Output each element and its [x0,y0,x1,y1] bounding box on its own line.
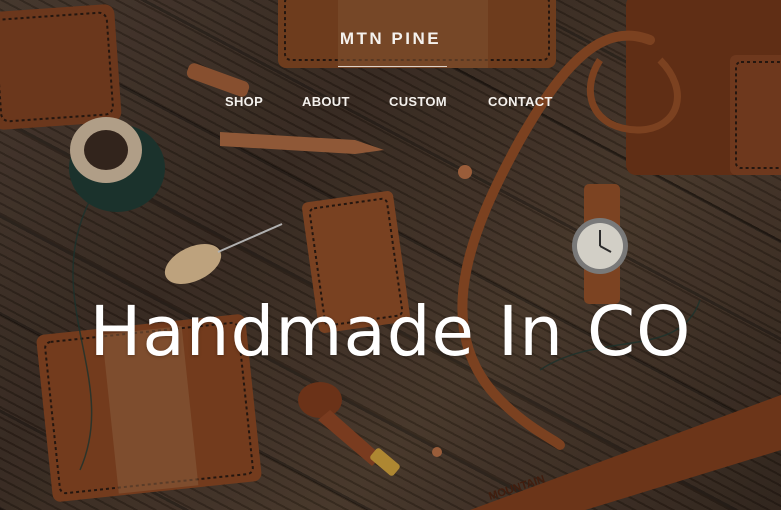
nav-about-link[interactable]: ABOUT [302,94,350,109]
nav-shop-link[interactable]: SHOP [225,94,263,109]
main-nav: SHOP ABOUT CUSTOM CONTACT [0,94,781,114]
nav-contact-link[interactable]: CONTACT [488,94,553,109]
brand-logo[interactable]: MTN PINE [0,29,781,49]
brand-underline [338,66,447,67]
hero-overlay [0,0,781,510]
hero-headline: Handmade In CO [89,292,692,373]
hero-section: MOUNTAIN [0,0,781,510]
nav-custom-link[interactable]: CUSTOM [389,94,447,109]
